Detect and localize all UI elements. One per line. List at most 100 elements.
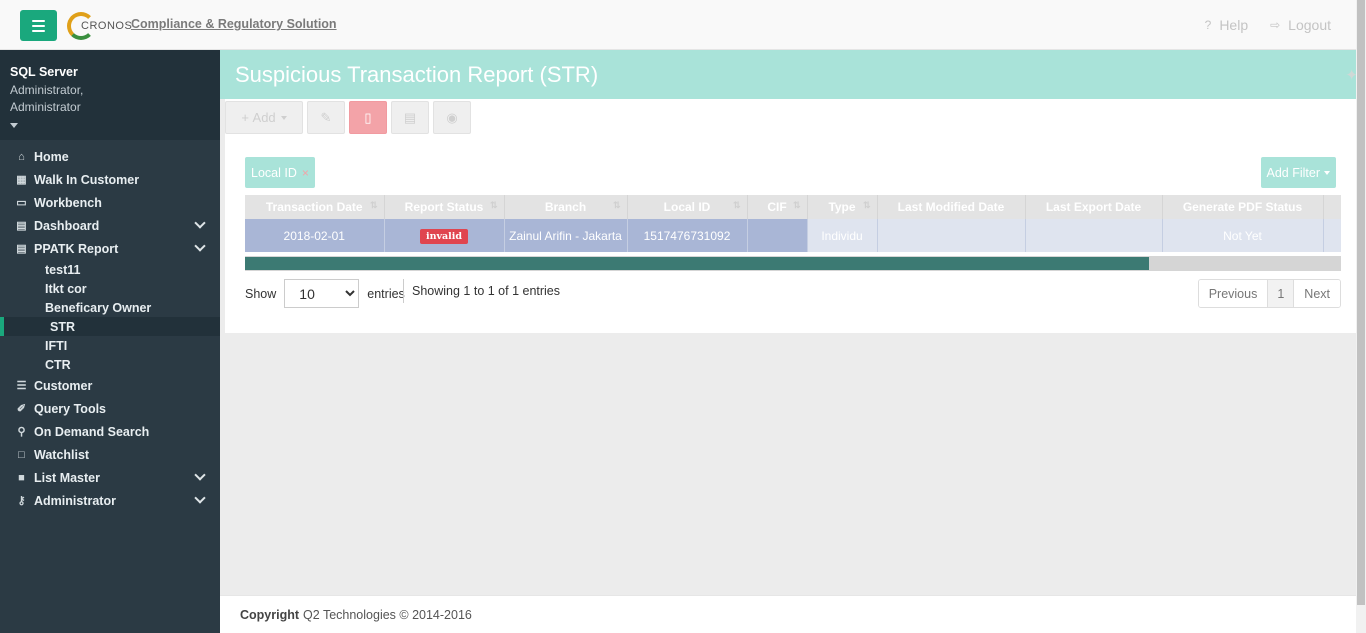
home-icon: ⌂ <box>18 150 25 163</box>
chevron-down-icon <box>194 240 206 252</box>
str-table: Transaction Date ⇅ Report Status ⇅ Branch ⇅… <box>245 195 1341 252</box>
close-icon[interactable]: × <box>302 166 309 180</box>
view-button[interactable]: ◉ <box>433 101 471 134</box>
sidebar-item-label: Customer <box>34 378 93 393</box>
cell-generate-pdf-status: Not Yet <box>1162 219 1324 252</box>
column-header-branch[interactable]: Branch ⇅ <box>504 195 628 219</box>
file-icon: ■ <box>18 471 25 484</box>
cell-local-id: 1517476731092 <box>627 219 748 252</box>
page-header: Suspicious Transaction Report (STR) ✦ <box>220 50 1366 99</box>
table-container: Transaction Date ⇅ Report Status ⇅ Branch ⇅… <box>245 195 1341 271</box>
column-header-transaction-date[interactable]: Transaction Date ⇅ <box>245 195 385 219</box>
sidebar-item-label: Walk In Customer <box>34 172 140 187</box>
export-pdf-button[interactable]: ▤ <box>391 101 429 134</box>
status-badge: invalid <box>419 228 469 244</box>
chevron-down-icon <box>194 217 206 229</box>
sidebar-nav: ⌂ Home ▦ Walk In Customer ▭ Workbench ▤ … <box>0 140 220 512</box>
user-panel: SQL Server Administrator, Administrator <box>0 50 220 140</box>
cell-last-modified-date <box>877 219 1026 252</box>
horizontal-scrollbar[interactable] <box>245 256 1341 271</box>
logout-link[interactable]: ⇨ Logout <box>1270 17 1331 33</box>
column-header-c[interactable]: C <box>1323 195 1341 219</box>
sidebar-item-workbench[interactable]: ▭ Workbench <box>0 191 220 214</box>
vertical-scrollbar[interactable] <box>1356 0 1366 633</box>
column-header-cif[interactable]: CIF ⇅ <box>747 195 808 219</box>
table-header-row: Transaction Date ⇅ Report Status ⇅ Branch ⇅… <box>245 195 1341 219</box>
pdf-file-icon: ▤ <box>403 109 417 125</box>
sort-icon: ⇅ <box>862 200 871 210</box>
sidebar-item-label: On Demand Search <box>34 424 150 439</box>
copyright-label: Copyright <box>240 607 300 622</box>
page-size-select[interactable]: 10 <box>284 279 360 308</box>
next-button[interactable]: Next <box>1293 280 1340 307</box>
page-length-control: Show 10 entries <box>245 279 405 308</box>
previous-button[interactable]: Previous <box>1198 280 1268 307</box>
add-button[interactable]: + Add <box>225 101 303 134</box>
sidebar-item-customer[interactable]: ☰ Customer <box>0 374 220 397</box>
scrollbar-thumb[interactable] <box>245 257 1149 270</box>
hamburger-menu-button[interactable] <box>20 10 57 41</box>
sidebar-item-on-demand-search[interactable]: ⚲ On Demand Search <box>0 420 220 443</box>
key-icon: ⚷ <box>17 495 26 507</box>
sidebar-item-home[interactable]: ⌂ Home <box>0 145 220 168</box>
edit-button[interactable]: ✎ <box>307 101 345 134</box>
add-filter-label: Add Filter <box>1266 165 1321 180</box>
sidebar-subitem-str[interactable]: STR <box>0 317 220 336</box>
sidebar-item-label: Workbench <box>34 195 102 210</box>
entries-label: entries <box>367 286 405 301</box>
page-1-button[interactable]: 1 <box>1267 280 1294 307</box>
cell-c <box>1323 219 1341 252</box>
sidebar-subitem-itkt-cor[interactable]: Itkt cor <box>0 279 220 298</box>
edit-icon: ✎ <box>320 109 332 125</box>
server-name: SQL Server <box>10 65 78 79</box>
app-title-link[interactable]: Compliance & Regulatory Solution <box>131 17 337 31</box>
chevron-down-icon <box>194 492 206 504</box>
report-panel: + Add ✎ ▯ ▤ ◉ Local ID × Add Filter Tran… <box>225 99 1356 333</box>
search-icon: ⚲ <box>17 426 26 438</box>
sidebar-item-walk-in-customer[interactable]: ▦ Walk In Customer <box>0 168 220 191</box>
cell-branch: Zainul Arifin - Jakarta <box>504 219 628 252</box>
footer: Copyright Q2 Technologies © 2014-2016 <box>220 595 1366 633</box>
filter-chip-label: Local ID <box>251 165 297 180</box>
help-link[interactable]: ? Help <box>1205 17 1248 33</box>
caret-down-icon <box>1324 170 1330 175</box>
eye-icon: ◉ <box>446 109 458 125</box>
cell-type: Individu <box>807 219 878 252</box>
user-name: Administrator, <box>10 83 84 97</box>
sidebar-item-dashboard[interactable]: ▤ Dashboard <box>0 214 220 237</box>
sidebar-item-administrator[interactable]: ⚷ Administrator <box>0 489 220 512</box>
sidebar-subitem-ctr[interactable]: CTR <box>0 355 220 374</box>
caret-down-icon <box>280 115 287 120</box>
column-header-type[interactable]: Type ⇅ <box>807 195 878 219</box>
sidebar-subitem-test11[interactable]: test11 <box>0 260 220 279</box>
user-menu-caret-icon[interactable] <box>10 123 18 128</box>
column-header-last-modified-date[interactable]: Last Modified Date <box>877 195 1026 219</box>
scrollbar-thumb[interactable] <box>1357 0 1365 605</box>
sort-icon: ⇅ <box>612 200 621 210</box>
sidebar-item-query-tools[interactable]: ✐ Query Tools <box>0 397 220 420</box>
main-content: Suspicious Transaction Report (STR) ✦ + … <box>220 50 1366 633</box>
document-icon: ▤ <box>16 243 27 255</box>
sidebar-item-list-master[interactable]: ■ List Master <box>0 466 220 489</box>
sidebar-item-ppatk-report[interactable]: ▤ PPATK Report <box>0 237 220 260</box>
top-bar: CRONOS Compliance & Regulatory Solution … <box>0 0 1366 50</box>
add-filter-button[interactable]: Add Filter <box>1260 157 1336 188</box>
filter-chip-local-id[interactable]: Local ID × <box>245 157 315 188</box>
monitor-icon: ▭ <box>16 197 27 209</box>
add-label: Add <box>252 110 276 125</box>
column-header-last-export-date[interactable]: Last Export Date <box>1025 195 1163 219</box>
toolbar: + Add ✎ ▯ ▤ ◉ <box>225 101 471 137</box>
logout-label: Logout <box>1288 17 1331 33</box>
column-header-generate-pdf-status[interactable]: Generate PDF Status <box>1162 195 1324 219</box>
column-header-report-status[interactable]: Report Status ⇅ <box>384 195 505 219</box>
delete-button[interactable]: ▯ <box>349 101 387 134</box>
sidebar-subitem-ifti[interactable]: IFTI <box>0 336 220 355</box>
table-row[interactable]: 2018-02-01 invalid Zainul Arifin - Jakar… <box>245 219 1341 252</box>
sidebar-subitem-beneficary-owner[interactable]: Beneficary Owner <box>0 298 220 317</box>
column-header-local-id[interactable]: Local ID ⇅ <box>627 195 748 219</box>
sidebar-item-watchlist[interactable]: □ Watchlist <box>0 443 220 466</box>
sort-icon: ⇅ <box>369 200 378 210</box>
plus-icon: + <box>241 110 253 125</box>
cell-last-export-date <box>1025 219 1163 252</box>
bar-chart-icon: ▤ <box>16 220 27 232</box>
